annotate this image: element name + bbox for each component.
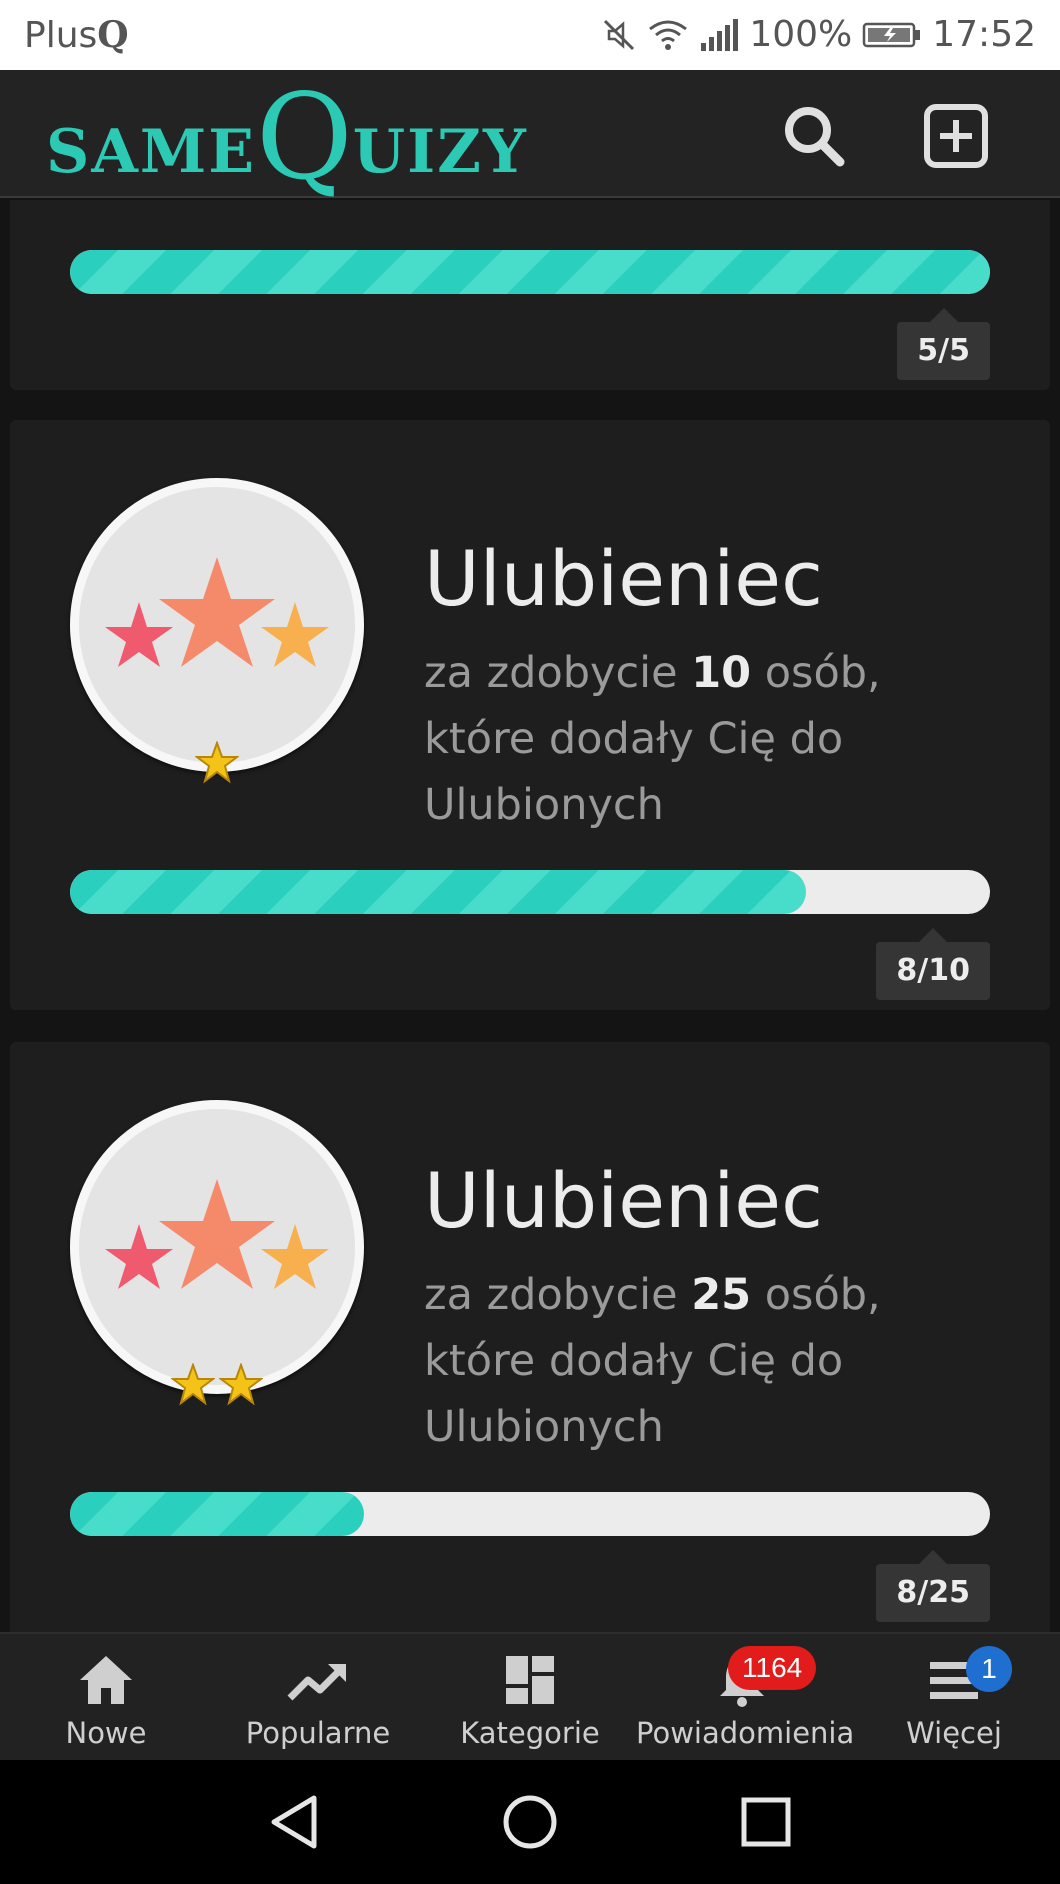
add-quiz-button[interactable] — [922, 102, 990, 170]
stars-icon — [105, 1179, 329, 1289]
progress-fill — [70, 1492, 365, 1536]
progress-count: 5/5 — [897, 308, 990, 380]
gold-star-icon — [171, 1363, 215, 1406]
carrier-logo: Q — [97, 14, 129, 56]
carrier: PlusQ — [24, 14, 129, 56]
nav-item-popularne[interactable]: Popularne — [212, 1634, 424, 1762]
system-navigation-bar — [0, 1760, 1060, 1884]
nav-item-wiecej[interactable]: 1 Więcej — [848, 1634, 1060, 1762]
gold-star-icon — [219, 1363, 263, 1406]
search-icon — [785, 107, 845, 167]
stars-icon — [105, 557, 329, 667]
notification-count-badge: 1164 — [728, 1646, 817, 1690]
achievement-description: za zdobycie 10 osób, które dodały Cię do… — [424, 648, 881, 830]
recents-icon[interactable] — [734, 1790, 798, 1854]
home-icon — [80, 1656, 132, 1704]
nav-item-powiadomienia[interactable]: 1164 Powiadomienia — [636, 1634, 854, 1762]
mute-icon — [604, 19, 635, 50]
progress-count: 8/25 — [876, 1550, 990, 1622]
samequizy-logo[interactable]: SAME Q UIZY — [46, 76, 528, 196]
home-circle-icon[interactable] — [498, 1790, 562, 1854]
clock: 17:52 — [932, 14, 1036, 55]
back-icon[interactable] — [264, 1790, 328, 1854]
progress-bar — [70, 870, 990, 914]
achievement-title: Ulubieniec — [424, 534, 823, 623]
status-bar: PlusQ 100% 17:52 — [0, 0, 1060, 70]
achievement-badge — [70, 1100, 364, 1406]
progress-bar — [70, 1492, 990, 1536]
app-header: SAME Q UIZY — [0, 70, 1060, 198]
progress-fill — [70, 250, 990, 294]
achievement-card: 5/5 — [10, 200, 1050, 390]
status-icons: 100% 17:52 — [601, 14, 1036, 55]
level-stars — [79, 741, 355, 785]
search-button[interactable] — [780, 102, 848, 170]
signal-icon — [701, 18, 739, 51]
achievement-title: Ulubieniec — [424, 1156, 823, 1245]
bottom-navigation: Nowe Popularne Kategorie 1164 Powiadomie… — [0, 1632, 1060, 1760]
achievements-list[interactable]: 5/5 Ulubieniec za zdobycie 10 osób, któr… — [0, 200, 1060, 1632]
plus-square-icon — [924, 104, 988, 168]
progress-fill — [70, 870, 806, 914]
battery-icon — [863, 22, 921, 47]
achievement-card: Ulubieniec za zdobycie 25 osób, które do… — [10, 1042, 1050, 1632]
nav-item-nowe[interactable]: Nowe — [0, 1634, 212, 1762]
level-stars — [79, 1363, 355, 1407]
achievement-description: za zdobycie 25 osób, które dodały Cię do… — [424, 1270, 881, 1452]
nav-item-kategorie[interactable]: Kategorie — [424, 1634, 636, 1762]
progress-count: 8/10 — [876, 928, 990, 1000]
battery-percent: 100% — [749, 14, 853, 55]
trending-icon — [287, 1664, 346, 1701]
achievement-badge — [70, 478, 364, 784]
wifi-icon — [649, 20, 688, 50]
grid-icon — [506, 1656, 554, 1704]
more-count-badge: 1 — [966, 1646, 1012, 1692]
progress-bar — [70, 250, 990, 294]
achievement-card: Ulubieniec za zdobycie 10 osób, które do… — [10, 420, 1050, 1010]
gold-star-icon — [195, 741, 239, 784]
